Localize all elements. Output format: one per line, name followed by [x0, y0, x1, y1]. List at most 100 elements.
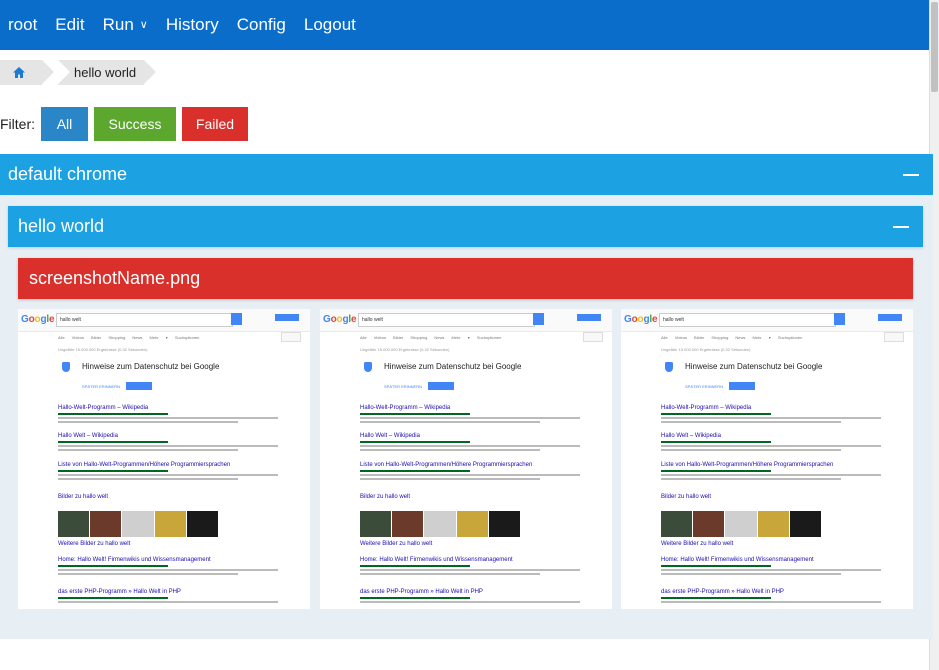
- filter-bar: Filter: All Success Failed: [0, 107, 254, 141]
- google-logo: Google: [21, 314, 55, 325]
- screenshot-header-failed[interactable]: screenshotName.png: [18, 258, 913, 299]
- image-results: [661, 511, 822, 537]
- privacy-card: Hinweise zum Datenschutz bei Google SPÄT…: [665, 356, 845, 394]
- search-result: Home: Hallo Welt! Firmenwikis und Wissen…: [58, 557, 303, 575]
- search-result: Home: Hallo Welt! Firmenwikis und Wissen…: [661, 557, 906, 575]
- result-title: Weitere Bilder zu hallo welt: [58, 541, 131, 547]
- google-login-button: [577, 314, 601, 321]
- search-result: Weitere Bilder zu hallo welt: [661, 541, 906, 547]
- nav-run-label: Run: [102, 15, 134, 34]
- image-results: [58, 511, 219, 537]
- screenshot-name: screenshotName.png: [29, 268, 201, 288]
- google-tabs: Alle Videos Bilder Shopping News Mehr ▾ …: [58, 335, 200, 340]
- scrollbar-thumb[interactable]: [931, 2, 938, 92]
- breadcrumb: hello world: [0, 60, 157, 85]
- privacy-title: Hinweise zum Datenschutz bei Google: [384, 362, 522, 371]
- search-result: Hallo-Welt-Programm – Wikipedia: [661, 405, 906, 423]
- search-result: Liste von Hallo-Welt-Programmen/Höhere P…: [360, 462, 605, 480]
- chevron-down-icon: ∨: [139, 19, 148, 31]
- privacy-title: Hinweise zum Datenschutz bei Google: [685, 362, 823, 371]
- gear-icon: [884, 332, 904, 342]
- nav-config[interactable]: Config: [228, 15, 295, 35]
- result-count: Ungefähr 15.000.000 Ergebnisse (0,32 Sek…: [661, 347, 751, 352]
- search-result: das erste PHP-Programm » Hallo Welt in P…: [360, 589, 605, 603]
- top-navbar: root Edit Run ∨ History Config Logout: [0, 0, 930, 50]
- search-result: Hallo Welt – Wikipedia: [661, 433, 906, 451]
- filter-all-button[interactable]: All: [41, 107, 88, 141]
- collapse-icon[interactable]: [903, 173, 919, 176]
- result-title: das erste PHP-Programm » Hallo Welt in P…: [360, 589, 483, 595]
- privacy-button: [126, 382, 152, 390]
- search-result: Hallo Welt – Wikipedia: [360, 433, 605, 451]
- result-title: Weitere Bilder zu hallo welt: [360, 541, 433, 547]
- result-count: Ungefähr 15.000.000 Ergebnisse (0,32 Sek…: [58, 347, 148, 352]
- search-result: Home: Hallo Welt! Firmenwikis und Wissen…: [360, 557, 605, 575]
- google-search-box: hallo welt: [56, 313, 233, 327]
- breadcrumb-home[interactable]: [0, 60, 54, 85]
- privacy-later-link: SPÄTER ERINNERN: [82, 384, 121, 389]
- result-title: das erste PHP-Programm » Hallo Welt in P…: [58, 589, 181, 595]
- home-icon: [13, 67, 25, 78]
- search-icon: [533, 313, 544, 325]
- nav-run[interactable]: Run ∨: [94, 15, 157, 35]
- shield-icon: [62, 362, 70, 372]
- search-result: Bilder zu hallo welt: [58, 494, 303, 500]
- shield-icon: [665, 362, 673, 372]
- search-result: Weitere Bilder zu hallo welt: [360, 541, 605, 547]
- gear-icon: [583, 332, 603, 342]
- screenshot-thumbnail-baseline[interactable]: Google hallo welt Alle Videos Bilder Sho…: [18, 309, 310, 609]
- search-result: das erste PHP-Programm » Hallo Welt in P…: [661, 589, 906, 603]
- result-title: Liste von Hallo-Welt-Programmen/Höhere P…: [58, 462, 231, 468]
- search-result: Bilder zu hallo welt: [360, 494, 605, 500]
- result-title: Liste von Hallo-Welt-Programmen/Höhere P…: [360, 462, 533, 468]
- search-result: Weitere Bilder zu hallo welt: [58, 541, 303, 547]
- google-tabs: Alle Videos Bilder Shopping News Mehr ▾ …: [661, 335, 803, 340]
- browser-group-title: default chrome: [8, 164, 128, 184]
- privacy-card: Hinweise zum Datenschutz bei Google SPÄT…: [364, 356, 544, 394]
- result-title: Hallo-Welt-Programm – Wikipedia: [661, 405, 752, 411]
- collapse-icon[interactable]: [893, 225, 909, 228]
- result-title: Hallo Welt – Wikipedia: [661, 433, 721, 439]
- privacy-later-link: SPÄTER ERINNERN: [384, 384, 423, 389]
- browser-group-panel: default chrome hello world screenshotNam…: [0, 154, 933, 639]
- search-icon: [231, 313, 242, 325]
- filter-failed-button[interactable]: Failed: [182, 107, 248, 141]
- privacy-button: [729, 382, 755, 390]
- screenshot-thumbnail-diff[interactable]: Google hallo welt Alle Videos Bilder Sho…: [621, 309, 913, 609]
- google-logo: Google: [323, 314, 357, 325]
- google-search-box: hallo welt: [358, 313, 535, 327]
- search-result: Bilder zu hallo welt: [661, 494, 906, 500]
- result-count: Ungefähr 15.000.000 Ergebnisse (0,32 Sek…: [360, 347, 450, 352]
- nav-edit[interactable]: Edit: [46, 15, 93, 35]
- shield-icon: [364, 362, 372, 372]
- result-title: Hallo-Welt-Programm – Wikipedia: [58, 405, 149, 411]
- search-result: das erste PHP-Programm » Hallo Welt in P…: [58, 589, 303, 603]
- browser-group-header[interactable]: default chrome: [0, 154, 933, 195]
- filter-label: Filter:: [0, 116, 35, 132]
- result-title: Bilder zu hallo welt: [360, 494, 411, 500]
- search-result: Liste von Hallo-Welt-Programmen/Höhere P…: [661, 462, 906, 480]
- breadcrumb-current[interactable]: hello world: [58, 60, 157, 85]
- result-title: Home: Hallo Welt! Firmenwikis und Wissen…: [58, 557, 211, 563]
- privacy-later-link: SPÄTER ERINNERN: [685, 384, 724, 389]
- privacy-title: Hinweise zum Datenschutz bei Google: [82, 362, 220, 371]
- result-title: Liste von Hallo-Welt-Programmen/Höhere P…: [661, 462, 834, 468]
- google-header: Google hallo welt: [621, 309, 913, 332]
- google-header: Google hallo welt: [18, 309, 310, 332]
- screenshot-thumbnail-current[interactable]: Google hallo welt Alle Videos Bilder Sho…: [320, 309, 612, 609]
- google-header: Google hallo welt: [320, 309, 612, 332]
- result-title: Hallo Welt – Wikipedia: [58, 433, 118, 439]
- result-title: Home: Hallo Welt! Firmenwikis und Wissen…: [360, 557, 513, 563]
- result-title: Home: Hallo Welt! Firmenwikis und Wissen…: [661, 557, 814, 563]
- test-group-header[interactable]: hello world: [8, 206, 923, 247]
- result-title: Bilder zu hallo welt: [58, 494, 109, 500]
- result-title: Hallo-Welt-Programm – Wikipedia: [360, 405, 451, 411]
- nav-root[interactable]: root: [0, 15, 46, 35]
- nav-history[interactable]: History: [157, 15, 228, 35]
- privacy-button: [428, 382, 454, 390]
- search-result: Hallo Welt – Wikipedia: [58, 433, 303, 451]
- google-search-box: hallo welt: [659, 313, 836, 327]
- filter-success-button[interactable]: Success: [94, 107, 176, 141]
- nav-logout[interactable]: Logout: [295, 15, 365, 35]
- image-results: [360, 511, 521, 537]
